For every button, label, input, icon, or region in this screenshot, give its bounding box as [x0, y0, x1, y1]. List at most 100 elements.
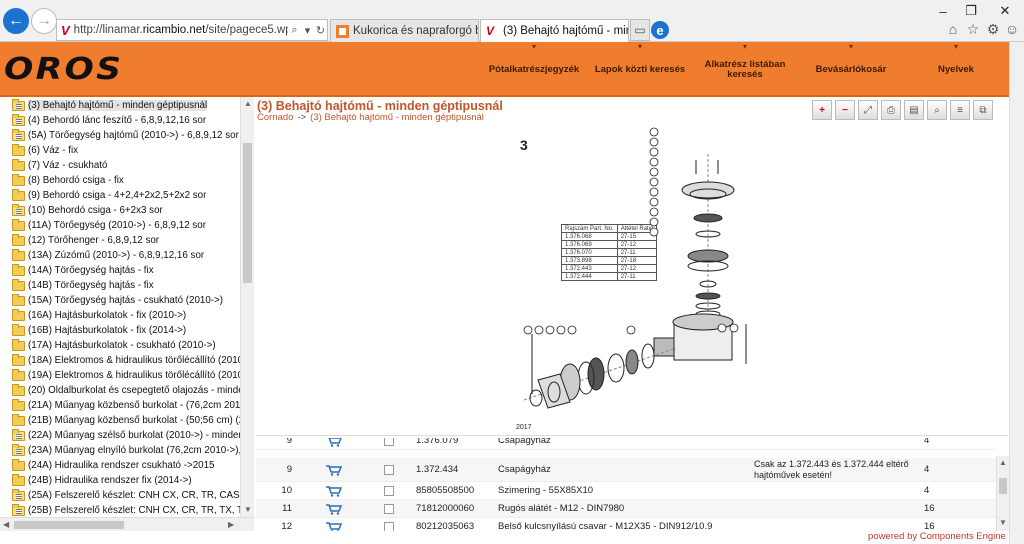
scroll-thumb[interactable] [14, 521, 124, 529]
tree-item-label: (19A) Elektromos & hidraulikus törőlécál… [28, 370, 247, 381]
feedback-smiley-icon[interactable]: ☺ [1003, 20, 1021, 38]
scroll-down-icon[interactable]: ▼ [999, 518, 1007, 527]
tree-item[interactable]: (12) Törőhenger - 6,8,9,12 sor [12, 233, 159, 248]
tree-item[interactable]: (4) Behordó lánc feszítő - 6,8,9,12,16 s… [12, 113, 206, 128]
scroll-up-icon[interactable]: ▲ [244, 99, 252, 108]
breadcrumb-root[interactable]: Cornado [257, 112, 293, 123]
tab-kukorica[interactable]: Kukorica és napraforgó betaka... [330, 19, 479, 42]
tree-item-label: (25A) Felszerelő készlet: CNH CX, CR, TR… [28, 490, 254, 501]
tree-item-label: (16B) Hajtásburkolatok - fix (2014->) [28, 325, 187, 336]
nav-nyelvek[interactable]: Nyelvek [928, 42, 984, 97]
tree-item[interactable]: (18A) Elektromos & hidraulikus törőlécál… [12, 353, 246, 368]
tree-item[interactable]: (24A) Hidraulika rendszer csukható ->201… [12, 458, 215, 473]
tree-item[interactable]: (3) Behajtó hajtómű - minden géptipusnál [12, 98, 208, 113]
position-number: 12 [281, 521, 292, 531]
search-page-icon[interactable]: ⌕ [927, 100, 947, 120]
tree-item[interactable]: (6) Váz - fix [12, 143, 78, 158]
scroll-left-icon[interactable]: ◀ [3, 520, 9, 529]
tree-item[interactable]: (14B) Törőegység hajtás - fix [12, 278, 154, 293]
tree-item[interactable]: (15A) Törőegység hajtás - csukható (2010… [12, 293, 223, 308]
scroll-down-icon[interactable]: ▼ [244, 505, 252, 514]
search-icon[interactable]: ⌕ [288, 24, 301, 37]
scroll-thumb[interactable] [243, 143, 252, 283]
folder-document-icon [12, 443, 25, 456]
home-icon[interactable]: ⌂ [944, 20, 962, 38]
page-icon[interactable]: ▤ [904, 100, 924, 120]
zoom-fit-icon[interactable]: ⤢ [858, 100, 878, 120]
select-checkbox[interactable] [384, 521, 394, 531]
tree-item[interactable]: (22A) Műanyag szélső burkolat (2010->) -… [12, 428, 244, 443]
tree-item[interactable]: (24B) Hidraulika rendszer fix (2014->) [12, 473, 192, 488]
tree-item[interactable]: (7) Váz - csukható [12, 158, 108, 173]
list-icon[interactable]: ≡ [950, 100, 970, 120]
folder-document-icon [12, 203, 25, 216]
minimize-button[interactable]: – [930, 2, 956, 20]
zoom-in-icon[interactable]: + [812, 100, 832, 120]
powered-by-text[interactable]: powered by Components Engine [868, 531, 1006, 542]
tab-behajto[interactable]: V (3) Behajtó hajtómű - minden ... × [480, 19, 629, 42]
tree-item[interactable]: (11A) Törőegység (2010->) - 6,8,9,12 sor [12, 218, 206, 233]
add-to-cart-icon[interactable] [326, 503, 343, 515]
forward-button[interactable]: → [31, 8, 57, 34]
oros-logo[interactable]: OROS [4, 52, 123, 87]
select-checkbox[interactable] [384, 438, 394, 446]
tree-item[interactable]: (20) Oldalburkolat és csepegtető olajozá… [12, 383, 247, 398]
nav-alkatresz-kereses[interactable]: Alkatrész listában keresés [700, 42, 790, 97]
page-vertical-scrollbar[interactable] [1009, 42, 1024, 544]
tree-item[interactable]: (16A) Hajtásburkolatok - fix (2010->) [12, 308, 186, 323]
folder-icon [12, 293, 25, 306]
add-to-cart-icon[interactable] [326, 438, 342, 447]
tree-item[interactable]: (17A) Hajtásburkolatok - csukható (2010-… [12, 338, 216, 353]
tree-item[interactable]: (21B) Műanyag közbenső burkolat - (50;56… [12, 413, 244, 428]
zoom-out-icon[interactable]: − [835, 100, 855, 120]
nav-bevasarlokosar[interactable]: Bevásárlókosár [810, 42, 892, 97]
tree-item[interactable]: (16B) Hajtásburkolatok - fix (2014->) [12, 323, 186, 338]
new-tab-button[interactable]: ▭ [630, 19, 650, 41]
tree-item[interactable]: (14A) Törőegység hajtás - fix [12, 263, 154, 278]
tree-item-label: (13A) Zúzómű (2010->) - 6,8,9,12,16 sor [28, 250, 205, 261]
tree-vertical-scrollbar[interactable]: ▲ ▼ [240, 97, 254, 517]
tree-item[interactable]: (23A) Műanyag elnyíló burkolat (76,2cm 2… [12, 443, 241, 458]
tree-item-label: (8) Behordó csiga - fix [28, 175, 124, 186]
tree-horizontal-scrollbar[interactable]: ◀ ▶ [0, 517, 254, 531]
copy-icon[interactable]: ⧉ [973, 100, 993, 120]
nav-lapok-kozti-kereses[interactable]: Lapok közti keresés [592, 42, 688, 97]
part-note: Csak az 1.372.443 és 1.372.444 eltérő ha… [754, 458, 909, 480]
dropdown-icon[interactable]: ▾ [301, 24, 314, 37]
tree-item[interactable]: (9) Behordó csiga - 4+2,4+2x2,5+2x2 sor [12, 188, 206, 203]
back-button[interactable]: ← [3, 8, 29, 34]
add-to-cart-icon[interactable] [326, 521, 343, 531]
settings-gear-icon[interactable]: ⚙ [984, 20, 1002, 38]
tree-item[interactable]: (10) Behordó csiga - 6+2x3 sor [12, 203, 163, 218]
favorites-icon[interactable]: ☆ [964, 20, 982, 38]
print-icon[interactable]: ⎙ [881, 100, 901, 120]
tree-item[interactable]: (5A) Törőegység hajtómű (2010->) - 6,8,9… [12, 128, 239, 143]
tree-item[interactable]: (21A) Műanyag közbenső burkolat - (76,2c… [12, 398, 246, 413]
scroll-up-icon[interactable]: ▲ [999, 458, 1007, 467]
add-to-cart-icon[interactable] [326, 464, 343, 476]
parts-vertical-scrollbar[interactable]: ▲ ▼ [996, 456, 1009, 531]
close-window-button[interactable]: ✕ [992, 2, 1018, 20]
exploded-parts-diagram[interactable]: 3 Rajszám Part. No. Áttétel Ratio 1.376.0… [256, 124, 1008, 436]
scroll-thumb[interactable] [999, 478, 1007, 494]
tree-item[interactable]: (25B) Felszerelő készlet: CNH CX, CR, TR… [12, 503, 253, 518]
scroll-right-icon[interactable]: ▶ [228, 520, 234, 529]
folder-icon [12, 398, 25, 411]
tree-item[interactable]: (13A) Zúzómű (2010->) - 6,8,9,12,16 sor [12, 248, 204, 263]
tree-item[interactable]: (19A) Elektromos & hidraulikus törőlécál… [12, 368, 246, 383]
select-checkbox[interactable] [384, 485, 394, 496]
part-number: 1.372.434 [416, 464, 459, 475]
nav-potalkatreszjegyzek[interactable]: Pótalkatrészjegyzék [484, 42, 584, 97]
refresh-icon[interactable]: ↻ [314, 24, 327, 37]
internet-explorer-icon[interactable]: e [651, 21, 669, 39]
orange-page-icon [336, 24, 349, 38]
table-row: 11 71812000060 Rugós alátét - M12 - DIN798… [256, 500, 996, 518]
select-checkbox[interactable] [384, 503, 394, 514]
breadcrumb-current[interactable]: (3) Behajtó hajtómű - minden géptipusnál [310, 112, 484, 123]
tree-item[interactable]: (8) Behordó csiga - fix [12, 173, 124, 188]
restore-button[interactable]: ❐ [958, 2, 984, 20]
address-bar[interactable]: V http://linamar.ricambio.net/site/pagec… [56, 19, 328, 41]
select-checkbox[interactable] [384, 464, 394, 475]
add-to-cart-icon[interactable] [326, 485, 343, 497]
tree-item[interactable]: (25A) Felszerelő készlet: CNH CX, CR, TR… [12, 488, 254, 503]
